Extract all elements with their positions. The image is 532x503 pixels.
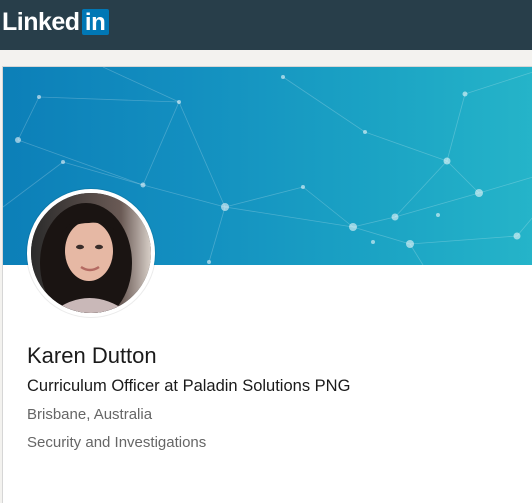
- profile-photo-icon: [31, 193, 151, 313]
- logo-in-box: in: [81, 9, 109, 36]
- profile-photo[interactable]: [27, 189, 155, 317]
- profile-headline: Curriculum Officer at Paladin Solutions …: [27, 377, 351, 395]
- profile-card: Karen Dutton Curriculum Officer at Palad…: [2, 66, 532, 503]
- profile-industry: Security and Investigations: [27, 434, 207, 451]
- profile-name: Karen Dutton: [27, 343, 157, 368]
- logo-text: Linked: [2, 7, 80, 36]
- top-nav-bar: Linked in: [0, 0, 532, 50]
- linkedin-logo[interactable]: Linked in: [2, 7, 109, 37]
- profile-location: Brisbane, Australia: [27, 406, 153, 423]
